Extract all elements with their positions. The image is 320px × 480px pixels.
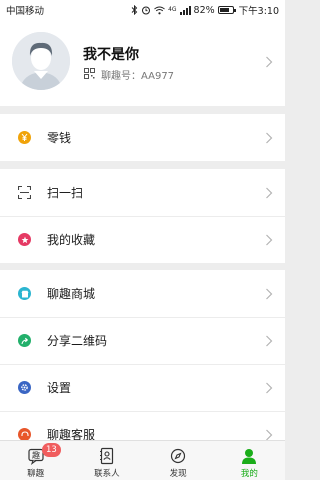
chevron-right-icon [266, 335, 273, 346]
account-label: 聊趣号： [101, 71, 141, 82]
account-id: 聊趣号：AA977 [101, 67, 174, 82]
svg-text:趣: 趣 [32, 450, 40, 460]
menu-label-favorites: 我的收藏 [47, 233, 96, 247]
carrier-label: 中国移动 [6, 6, 45, 17]
tab-label-chats: 聊趣 [27, 469, 45, 479]
bottom-tab-bar: 趣 13 聊趣 联系人 发现 我的 [0, 440, 285, 480]
menu-item-settings[interactable]: 设置 [0, 364, 285, 411]
account-value: AA977 [141, 71, 175, 82]
chevron-right-icon [266, 132, 273, 143]
tools-section: 扫一扫 我的收藏 [0, 169, 285, 263]
unread-badge: 13 [42, 443, 61, 457]
battery-level [219, 8, 230, 12]
clock: 下午3:10 [238, 6, 279, 17]
menu-label-wallet: 零钱 [47, 131, 72, 145]
chevron-right-icon [266, 56, 273, 68]
wifi-icon [154, 6, 165, 14]
menu-item-wallet[interactable]: 零钱 [0, 114, 285, 161]
qr-code-icon[interactable] [84, 68, 95, 79]
gear-icon [18, 381, 31, 394]
menu-item-favorites[interactable]: 我的收藏 [0, 216, 285, 263]
tab-discover[interactable]: 发现 [143, 441, 214, 480]
compass-icon [171, 448, 186, 464]
menu-item-share-qr[interactable]: 分享二维码 [0, 317, 285, 364]
chevron-right-icon [266, 187, 273, 198]
status-icons: 4G 82% 下午3:10 [131, 3, 279, 17]
chevron-right-icon [266, 288, 273, 299]
menu-label-scan: 扫一扫 [47, 186, 84, 200]
menu-item-scan[interactable]: 扫一扫 [0, 169, 285, 216]
battery-percent: 82% [193, 4, 215, 16]
chevron-right-icon [266, 429, 273, 440]
tab-contacts[interactable]: 联系人 [71, 441, 142, 480]
menu-item-store[interactable]: 聊趣商城 [0, 270, 285, 317]
tab-label-me: 我的 [240, 469, 258, 479]
yen-icon [18, 131, 31, 144]
status-bar: 中国移动 4G 82% 下午3:10 [0, 0, 285, 20]
tab-label-discover: 发现 [169, 469, 187, 479]
profile-card[interactable]: 我不是你 聊趣号：AA977 [0, 20, 285, 106]
tab-me[interactable]: 我的 [214, 441, 285, 480]
chevron-right-icon [266, 234, 273, 245]
avatar[interactable] [12, 32, 70, 90]
avatar-placeholder-icon [12, 32, 70, 90]
tab-chats[interactable]: 趣 13 聊趣 [0, 441, 71, 480]
alarm-icon [142, 6, 151, 15]
star-icon [18, 233, 31, 246]
contacts-book-icon [99, 447, 113, 465]
nickname: 我不是你 [83, 47, 139, 63]
signal-icon [179, 5, 191, 15]
battery-icon [217, 6, 236, 14]
scan-icon [18, 186, 31, 199]
chevron-right-icon [266, 382, 273, 393]
person-icon [242, 449, 257, 464]
menu-label-settings: 设置 [47, 381, 72, 395]
wallet-section: 零钱 [0, 114, 285, 161]
share-icon [18, 334, 31, 347]
tab-label-contacts: 联系人 [94, 469, 120, 479]
menu-label-store: 聊趣商城 [47, 287, 96, 301]
menu-label-share-qr: 分享二维码 [47, 334, 108, 348]
store-icon [18, 287, 31, 300]
network-type: 4G [168, 6, 177, 13]
services-section: 聊趣商城 分享二维码 设置 聊趣客服 [0, 270, 285, 458]
bluetooth-icon [131, 5, 138, 15]
